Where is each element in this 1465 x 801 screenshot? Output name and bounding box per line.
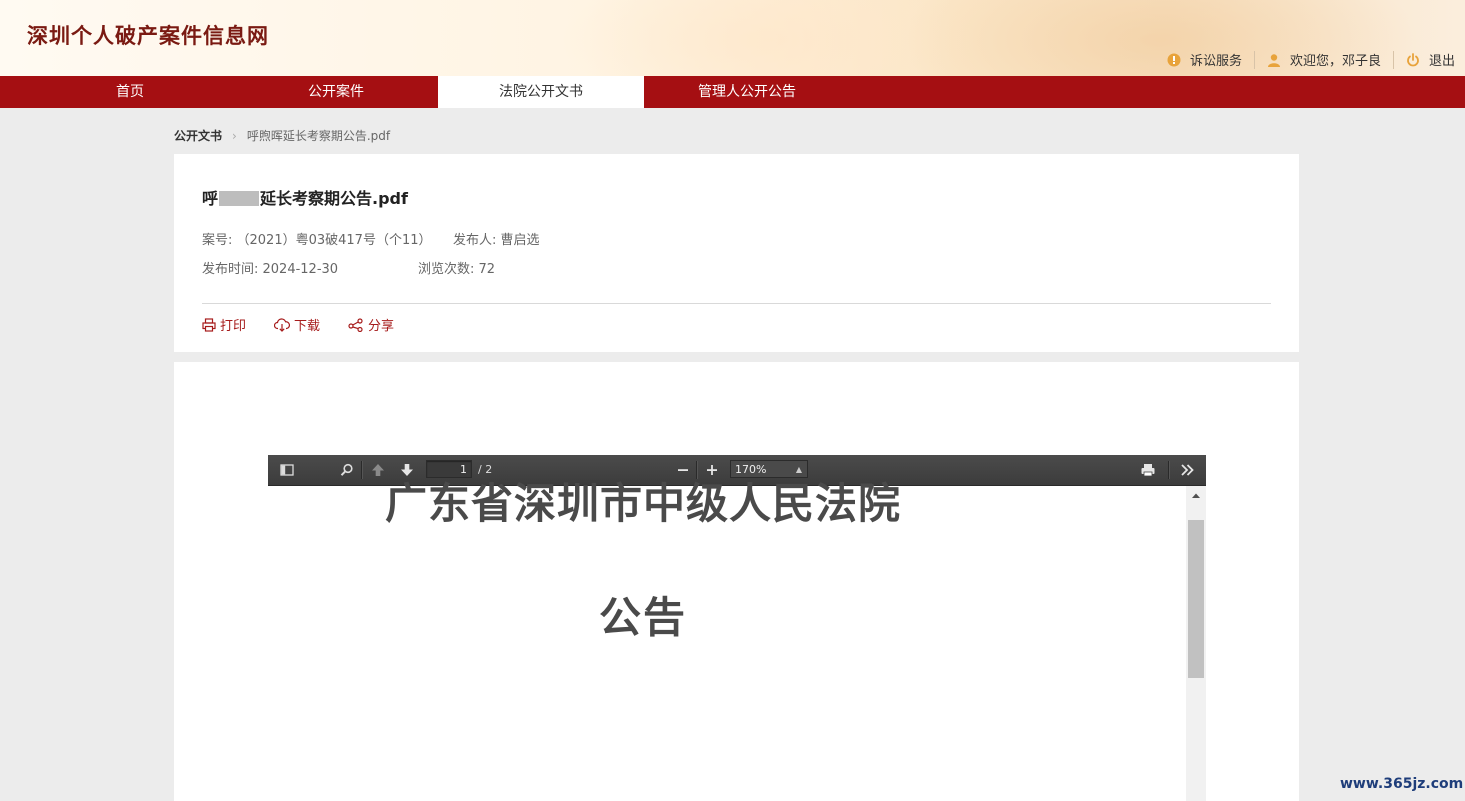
print-icon bbox=[202, 317, 216, 332]
document-actions: 打印 下载 分享 bbox=[202, 315, 422, 334]
share-label: 分享 bbox=[368, 319, 395, 334]
breadcrumb-root[interactable]: 公开文书 bbox=[174, 127, 222, 144]
redaction-block bbox=[219, 191, 260, 206]
site-title[interactable]: 深圳个人破产案件信息网 bbox=[27, 20, 269, 50]
publish-time: 发布时间: 2024-12-30 bbox=[202, 262, 339, 277]
share-icon bbox=[348, 317, 363, 332]
download-button[interactable]: 下载 bbox=[274, 315, 320, 334]
document-title: 呼 延长考察期公告.pdf bbox=[202, 185, 408, 209]
pdf-viewer-card: 1 / 2 170% ▲ 广东省深圳市中级人民法院 公告 bbox=[174, 362, 1299, 801]
double-chevron-right-icon[interactable] bbox=[1179, 462, 1195, 478]
printer-icon[interactable] bbox=[1140, 462, 1156, 478]
litigation-service-link[interactable]: 诉讼服务 bbox=[1155, 50, 1254, 69]
share-button[interactable]: 分享 bbox=[348, 315, 394, 334]
main-nav: 首页 公开案件 法院公开文书 管理人公开公告 bbox=[0, 76, 1465, 108]
document-info-card: 呼 延长考察期公告.pdf 案号: （2021）粤03破417号（个11） 发布人… bbox=[174, 154, 1299, 352]
watermark: www.365jz.com bbox=[1340, 776, 1464, 792]
download-label: 下载 bbox=[294, 319, 321, 334]
nav-item-home[interactable]: 首页 bbox=[0, 76, 260, 108]
logout-label: 退出 bbox=[1428, 54, 1455, 69]
logout-link[interactable]: 退出 bbox=[1394, 50, 1455, 69]
breadcrumb: 公开文书 › 呼煦晖延长考察期公告.pdf bbox=[174, 127, 390, 144]
cloud-download-icon bbox=[274, 317, 291, 332]
user-icon bbox=[1267, 53, 1280, 67]
power-icon bbox=[1407, 52, 1419, 66]
view-count: 浏览次数: 72 bbox=[418, 262, 496, 277]
pdf-heading: 公告 bbox=[598, 593, 687, 642]
user-welcome-label: 欢迎您，邓子良 bbox=[1289, 54, 1381, 69]
user-bar: 诉讼服务 欢迎您，邓子良 退出 bbox=[1155, 50, 1455, 69]
pdf-court-name: 广东省深圳市中级人民法院 bbox=[384, 479, 901, 528]
litigation-service-label: 诉讼服务 bbox=[1189, 54, 1242, 69]
nav-item-public-cases[interactable]: 公开案件 bbox=[233, 76, 439, 108]
scroll-up-icon[interactable] bbox=[1186, 486, 1206, 506]
breadcrumb-current: 呼煦晖延长考察期公告.pdf bbox=[246, 129, 391, 143]
site-header: 深圳个人破产案件信息网 诉讼服务 欢迎您，邓子良 退出 bbox=[0, 0, 1465, 76]
info-circle-icon bbox=[1167, 53, 1181, 66]
nav-item-administrator-notices[interactable]: 管理人公开公告 bbox=[644, 76, 850, 108]
case-number: 案号: （2021）粤03破417号（个11） bbox=[202, 233, 432, 248]
divider bbox=[202, 303, 1271, 304]
chevron-right-icon: › bbox=[232, 128, 237, 143]
document-title-prefix: 呼 bbox=[202, 189, 219, 208]
print-button[interactable]: 打印 bbox=[202, 315, 246, 334]
print-label: 打印 bbox=[220, 319, 247, 334]
publisher: 发布人: 曹启选 bbox=[453, 233, 540, 248]
pdf-scrollbar-thumb[interactable] bbox=[1188, 520, 1204, 678]
nav-item-court-documents[interactable]: 法院公开文书 bbox=[438, 76, 644, 108]
user-welcome[interactable]: 欢迎您，邓子良 bbox=[1255, 50, 1393, 69]
document-title-suffix: 延长考察期公告.pdf bbox=[260, 189, 408, 208]
